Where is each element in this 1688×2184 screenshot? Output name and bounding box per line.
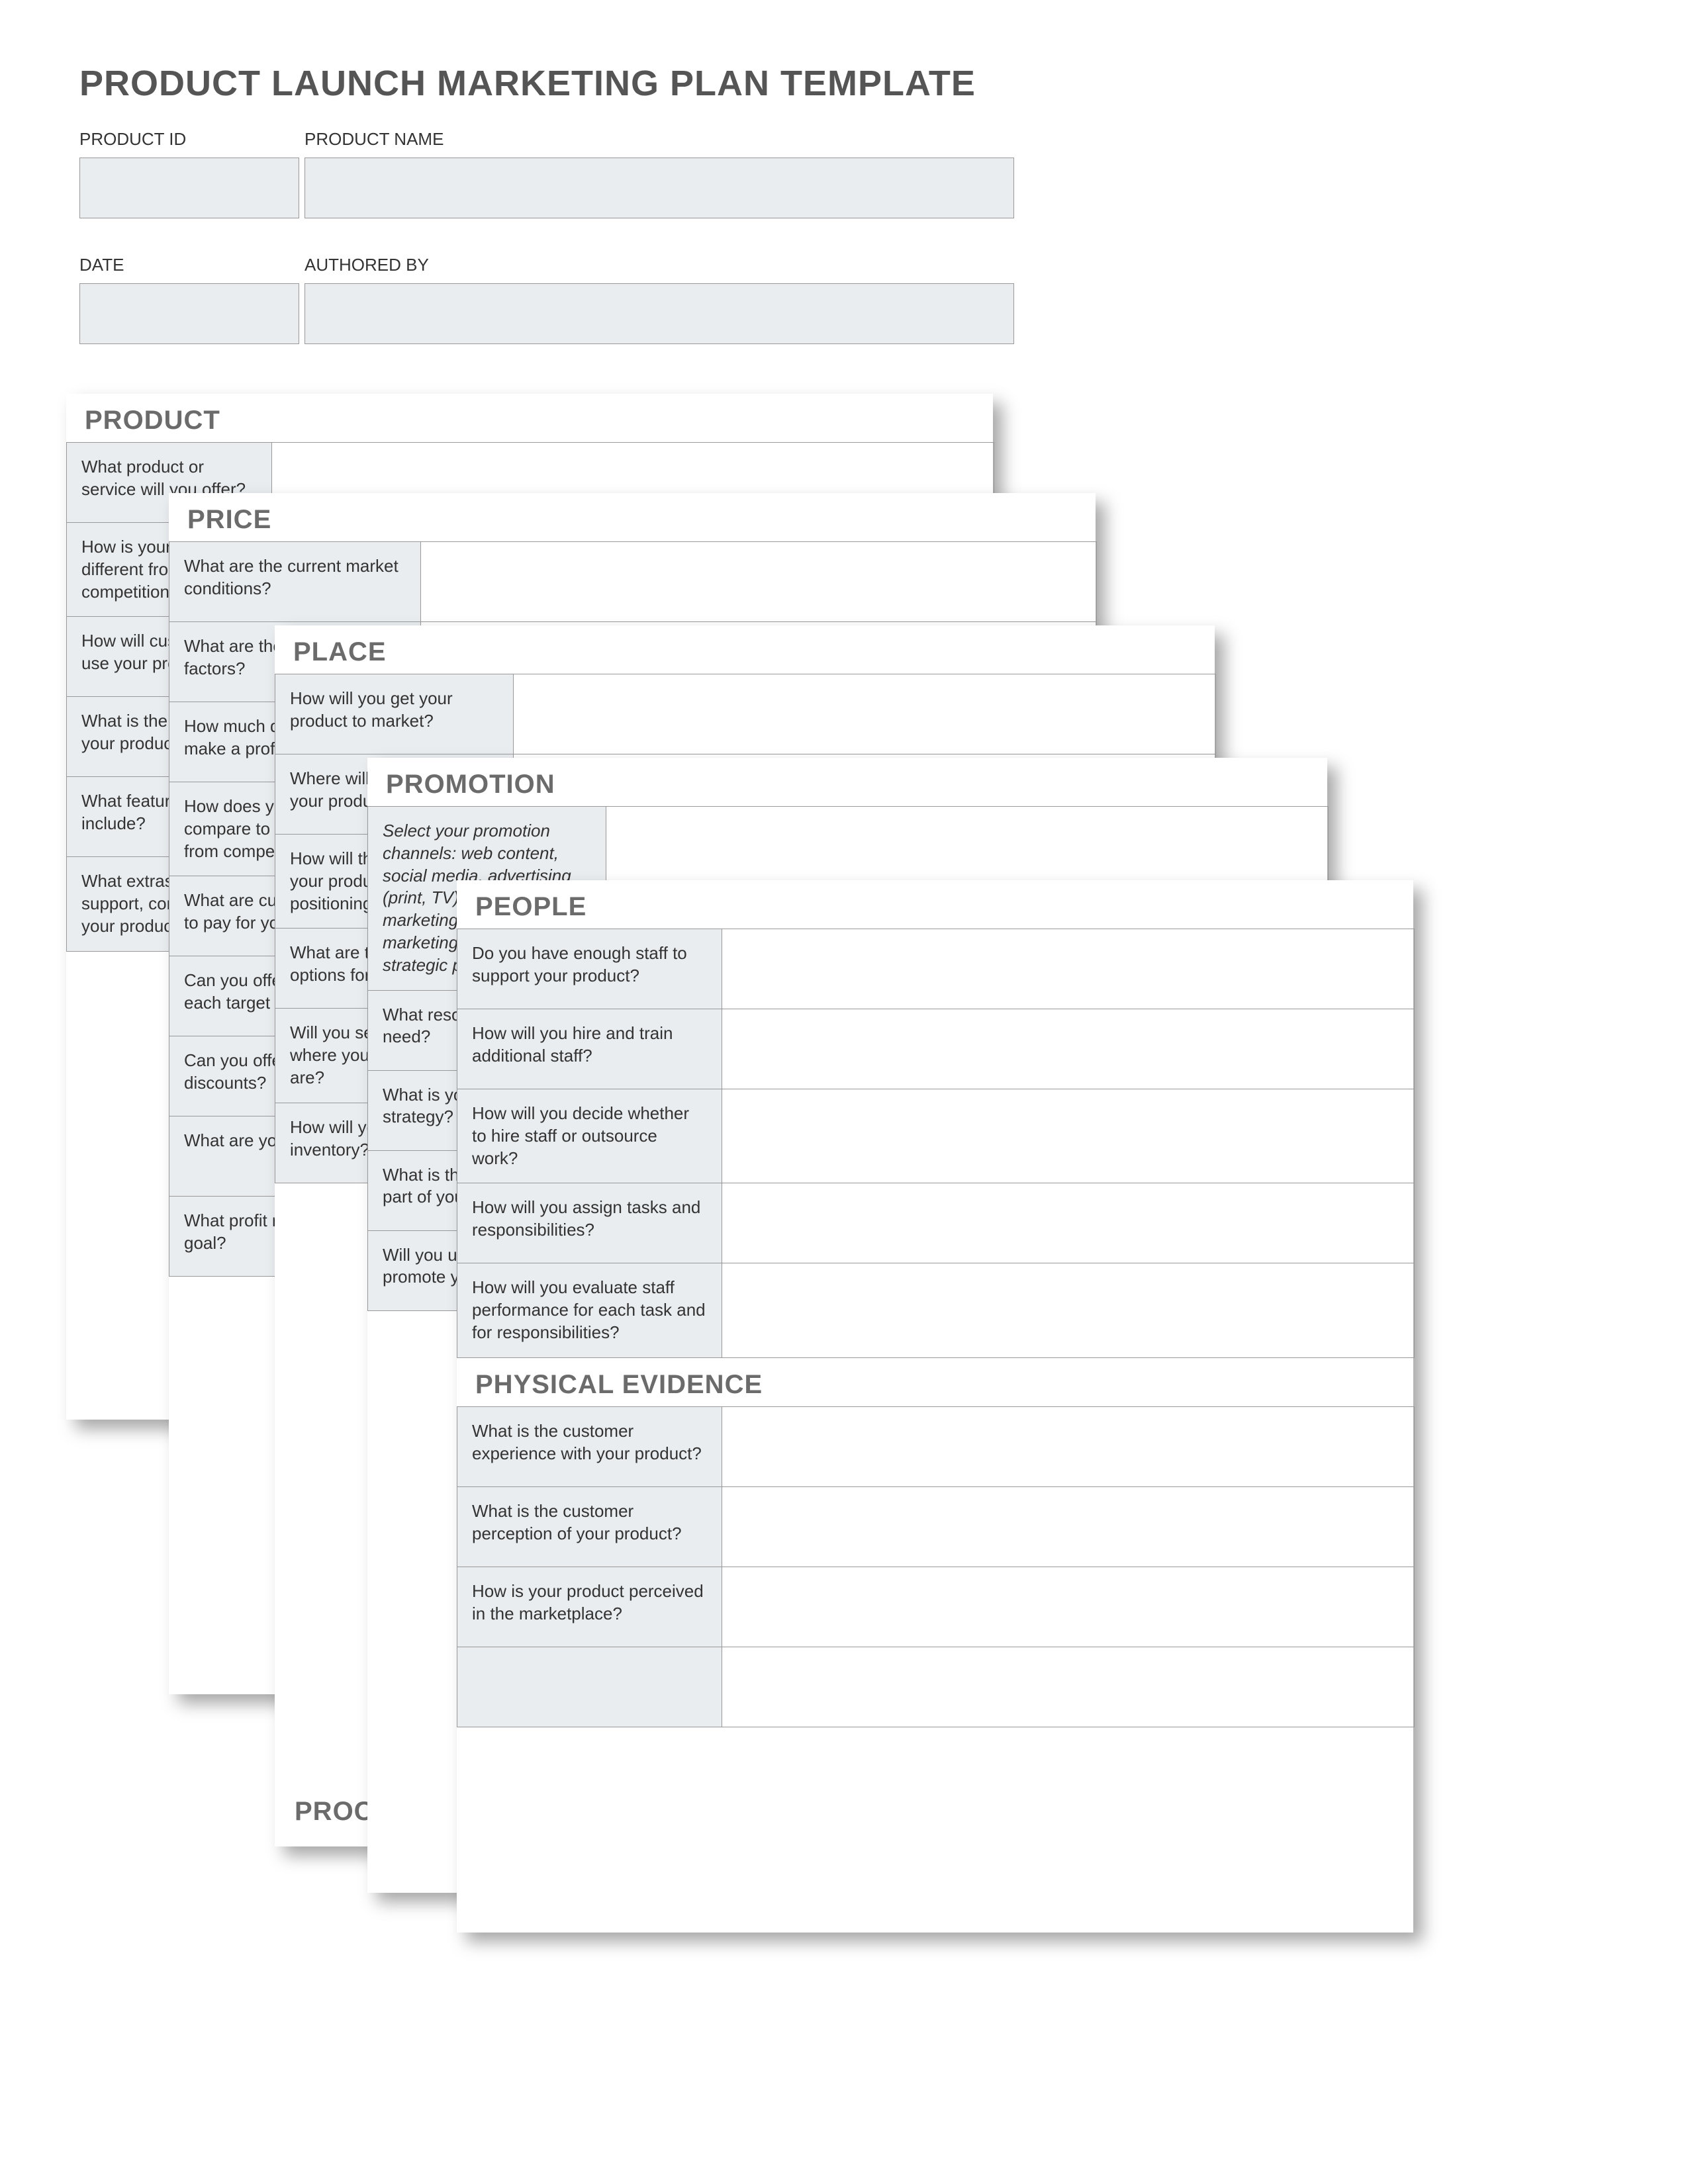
meta-block: PRODUCT ID PRODUCT NAME DATE AUTHORED BY	[79, 129, 1014, 381]
page: PRODUCT LAUNCH MARKETING PLAN TEMPLATE P…	[0, 0, 1688, 2184]
heading-physical-evidence: PHYSICAL EVIDENCE	[457, 1358, 1413, 1406]
question-cell: What are the current market conditions?	[169, 542, 421, 621]
table-row: What is the customer experience with you…	[457, 1407, 1414, 1487]
answer-cell[interactable]	[514, 674, 1215, 754]
table-physical-evidence: What is the customer experience with you…	[457, 1406, 1415, 1727]
page-title: PRODUCT LAUNCH MARKETING PLAN TEMPLATE	[79, 63, 976, 104]
table-row: What are the current market conditions?	[169, 542, 1096, 622]
table-row: How will you assign tasks and responsibi…	[457, 1183, 1414, 1263]
input-product-id[interactable]	[79, 158, 299, 218]
answer-cell[interactable]	[722, 1407, 1414, 1486]
meta-row-2: DATE AUTHORED BY	[79, 255, 1014, 344]
input-authored-by[interactable]	[305, 283, 1014, 344]
answer-cell[interactable]	[722, 1567, 1414, 1647]
table-row: How will you decide whether to hire staf…	[457, 1089, 1414, 1183]
answer-cell[interactable]	[722, 1647, 1414, 1727]
heading-promotion: PROMOTION	[367, 758, 1327, 806]
label-authored-by: AUTHORED BY	[305, 255, 1014, 275]
question-cell: How will you get your product to market?	[275, 674, 514, 754]
question-cell: How will you evaluate staff performance …	[457, 1263, 722, 1357]
label-product-id: PRODUCT ID	[79, 129, 305, 150]
question-cell: What is the customer perception of your …	[457, 1487, 722, 1567]
meta-product-id: PRODUCT ID	[79, 129, 305, 218]
meta-authored-by: AUTHORED BY	[305, 255, 1014, 344]
question-cell: Do you have enough staff to support your…	[457, 929, 722, 1009]
table-row: Do you have enough staff to support your…	[457, 929, 1414, 1009]
meta-product-name: PRODUCT NAME	[305, 129, 1014, 218]
label-product-name: PRODUCT NAME	[305, 129, 1014, 150]
question-cell: How will you assign tasks and responsibi…	[457, 1183, 722, 1263]
meta-date: DATE	[79, 255, 305, 344]
heading-place: PLACE	[275, 625, 1215, 674]
question-cell	[457, 1647, 722, 1727]
meta-row-1: PRODUCT ID PRODUCT NAME	[79, 129, 1014, 218]
table-people: Do you have enough staff to support your…	[457, 929, 1415, 1358]
answer-cell[interactable]	[722, 929, 1414, 1009]
heading-price: PRICE	[169, 493, 1096, 541]
input-date[interactable]	[79, 283, 299, 344]
answer-cell[interactable]	[722, 1487, 1414, 1567]
answer-cell[interactable]	[722, 1183, 1414, 1263]
table-row	[457, 1647, 1414, 1727]
table-row: How will you evaluate staff performance …	[457, 1263, 1414, 1357]
table-row: How is your product perceived in the mar…	[457, 1567, 1414, 1647]
answer-cell[interactable]	[722, 1089, 1414, 1183]
question-cell: How is your product perceived in the mar…	[457, 1567, 722, 1647]
answer-cell[interactable]	[722, 1009, 1414, 1089]
answer-cell[interactable]	[722, 1263, 1414, 1357]
sheet-people: PEOPLE Do you have enough staff to suppo…	[457, 880, 1413, 1933]
table-row: How will you get your product to market?	[275, 674, 1215, 754]
table-row: What is the customer perception of your …	[457, 1487, 1414, 1567]
question-cell: How will you decide whether to hire staf…	[457, 1089, 722, 1183]
label-date: DATE	[79, 255, 305, 275]
question-cell: What is the customer experience with you…	[457, 1407, 722, 1486]
answer-cell[interactable]	[421, 542, 1096, 621]
table-row: How will you hire and train additional s…	[457, 1009, 1414, 1089]
input-product-name[interactable]	[305, 158, 1014, 218]
heading-product: PRODUCT	[66, 394, 993, 442]
heading-people: PEOPLE	[457, 880, 1413, 929]
question-cell: How will you hire and train additional s…	[457, 1009, 722, 1089]
